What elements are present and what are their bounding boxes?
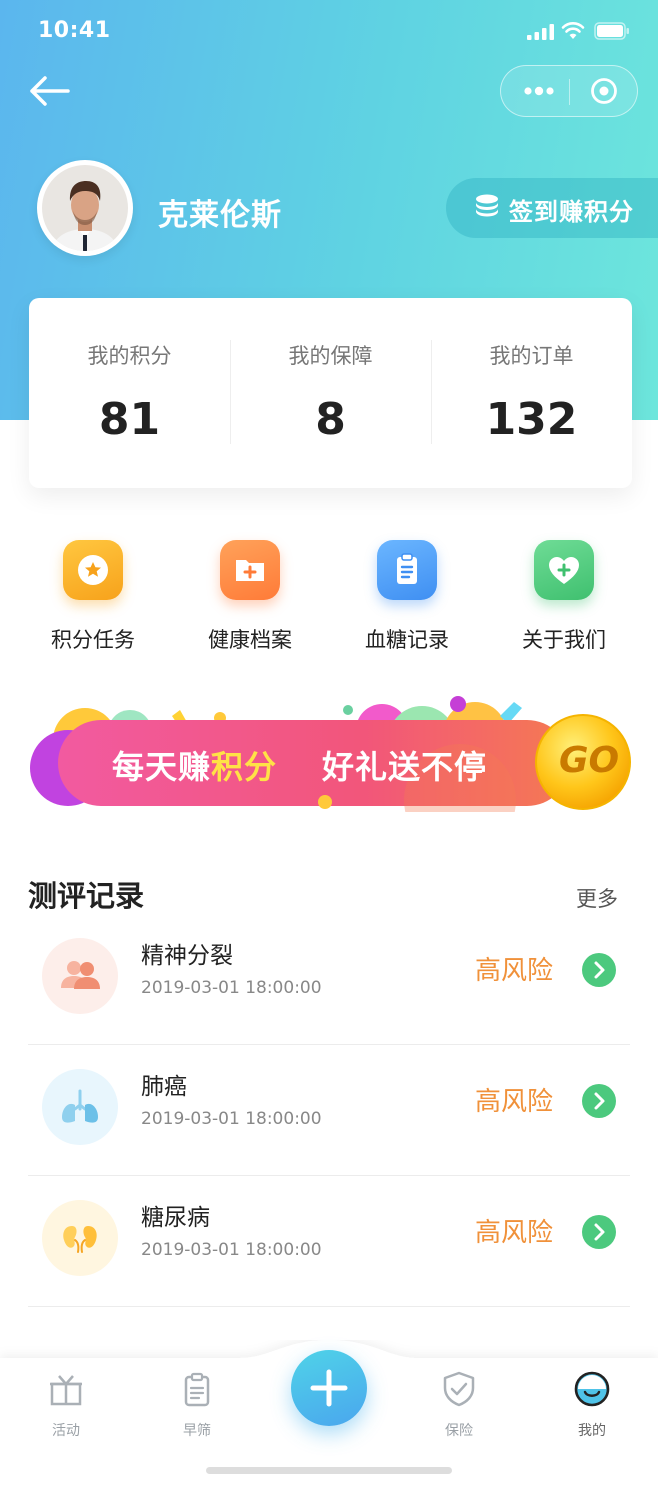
avatar-photo-icon	[42, 165, 128, 251]
divider	[28, 1044, 630, 1045]
entry-about-us[interactable]: 关于我们	[509, 540, 619, 660]
tab-insurance[interactable]: 保险	[419, 1370, 499, 1444]
banner-text-2: 好礼送不停	[322, 748, 488, 786]
tab-screening[interactable]: 早筛	[157, 1370, 237, 1444]
tab-label: 活动	[52, 1423, 80, 1439]
entry-health-record[interactable]: 健康档案	[195, 540, 305, 660]
record-item[interactable]: 精神分裂 2019-03-01 18:00:00 高风险	[28, 930, 630, 1060]
entry-label: 关于我们	[522, 628, 606, 652]
status-time: 10:41	[38, 18, 111, 43]
back-arrow-icon[interactable]	[26, 70, 72, 112]
risk-level: 高风险	[475, 1218, 554, 1248]
stat-label: 我的订单	[489, 344, 574, 368]
stat-coverage[interactable]: 我的保障 8	[230, 298, 431, 488]
record-date: 2019-03-01 18:00:00	[141, 978, 322, 998]
signin-label: 签到赚积分	[509, 198, 634, 226]
record-item[interactable]: 肺癌 2019-03-01 18:00:00 高风险	[28, 1061, 630, 1191]
lungs-icon	[42, 1069, 118, 1145]
stat-value: 132	[485, 394, 578, 445]
avatar[interactable]	[37, 160, 133, 256]
face-icon	[574, 1371, 610, 1407]
chevron-right-icon[interactable]	[582, 1084, 616, 1118]
clipboard-icon	[184, 1372, 210, 1407]
risk-level: 高风险	[475, 956, 554, 986]
capsule-divider	[569, 79, 570, 105]
stat-points[interactable]: 我的积分 81	[29, 298, 230, 488]
tab-label: 保险	[445, 1423, 473, 1439]
record-item[interactable]: 糖尿病 2019-03-01 18:00:00 高风险	[28, 1192, 630, 1322]
kidney-icon	[42, 1200, 118, 1276]
entry-blood-sugar[interactable]: 血糖记录	[352, 540, 462, 660]
shield-check-icon	[443, 1371, 475, 1407]
signal-icon	[527, 24, 554, 40]
go-badge: GO	[559, 740, 620, 781]
tab-label: 我的	[578, 1423, 606, 1439]
record-name: 精神分裂	[141, 943, 233, 969]
tab-label: 早筛	[183, 1423, 211, 1439]
chevron-right-icon[interactable]	[582, 953, 616, 987]
record-date: 2019-03-01 18:00:00	[141, 1109, 322, 1129]
record-date: 2019-03-01 18:00:00	[141, 1240, 322, 1260]
signin-earn-points-button[interactable]: 签到赚积分	[446, 178, 658, 238]
more-dots-icon[interactable]	[515, 74, 565, 108]
people-icon	[42, 938, 118, 1014]
stat-value: 8	[315, 394, 346, 445]
add-button[interactable]	[291, 1350, 367, 1426]
risk-level: 高风险	[475, 1087, 554, 1117]
battery-icon	[594, 22, 629, 40]
tab-mine[interactable]: 我的	[552, 1370, 632, 1444]
stats-card: 我的积分 81 我的保障 8 我的订单 132	[29, 298, 632, 488]
folder-plus-icon	[220, 540, 280, 600]
coins-stack-icon	[476, 194, 498, 217]
gift-icon	[50, 1375, 82, 1406]
entry-points-task[interactable]: 积分任务	[38, 540, 148, 660]
banner-highlight: 积分	[211, 748, 278, 786]
banner-text-part1: 每天赚	[112, 748, 212, 786]
entry-label: 健康档案	[208, 628, 292, 652]
star-icon	[63, 540, 123, 600]
section-title: 测评记录	[28, 879, 145, 913]
plus-icon	[310, 1369, 348, 1407]
chevron-right-icon[interactable]	[582, 1215, 616, 1249]
banner-text-1: 每天赚积分	[112, 742, 277, 788]
tab-activity[interactable]: 活动	[26, 1370, 106, 1444]
wifi-icon	[561, 22, 585, 39]
close-target-icon[interactable]	[581, 74, 627, 108]
divider	[28, 1175, 630, 1176]
entry-label: 积分任务	[51, 628, 135, 652]
stat-orders[interactable]: 我的订单 132	[431, 298, 632, 488]
home-indicator	[206, 1467, 452, 1474]
heart-plus-icon	[534, 540, 594, 600]
earn-points-banner[interactable]: 每天赚积分 好礼送不停 GO	[30, 690, 634, 812]
record-name: 糖尿病	[141, 1205, 210, 1231]
stat-label: 我的保障	[288, 344, 373, 368]
clipboard-icon	[377, 540, 437, 600]
tab-bar: 活动 早筛 保险 我的	[0, 1340, 658, 1498]
divider	[28, 1306, 630, 1307]
more-link[interactable]: 更多	[576, 883, 618, 913]
user-name: 克莱伦斯	[158, 198, 282, 233]
stat-value: 81	[98, 394, 161, 445]
miniapp-capsule	[500, 65, 638, 117]
entry-label: 血糖记录	[365, 628, 449, 652]
status-bar: 10:41	[0, 0, 658, 64]
record-name: 肺癌	[141, 1074, 187, 1100]
stat-label: 我的积分	[87, 344, 172, 368]
